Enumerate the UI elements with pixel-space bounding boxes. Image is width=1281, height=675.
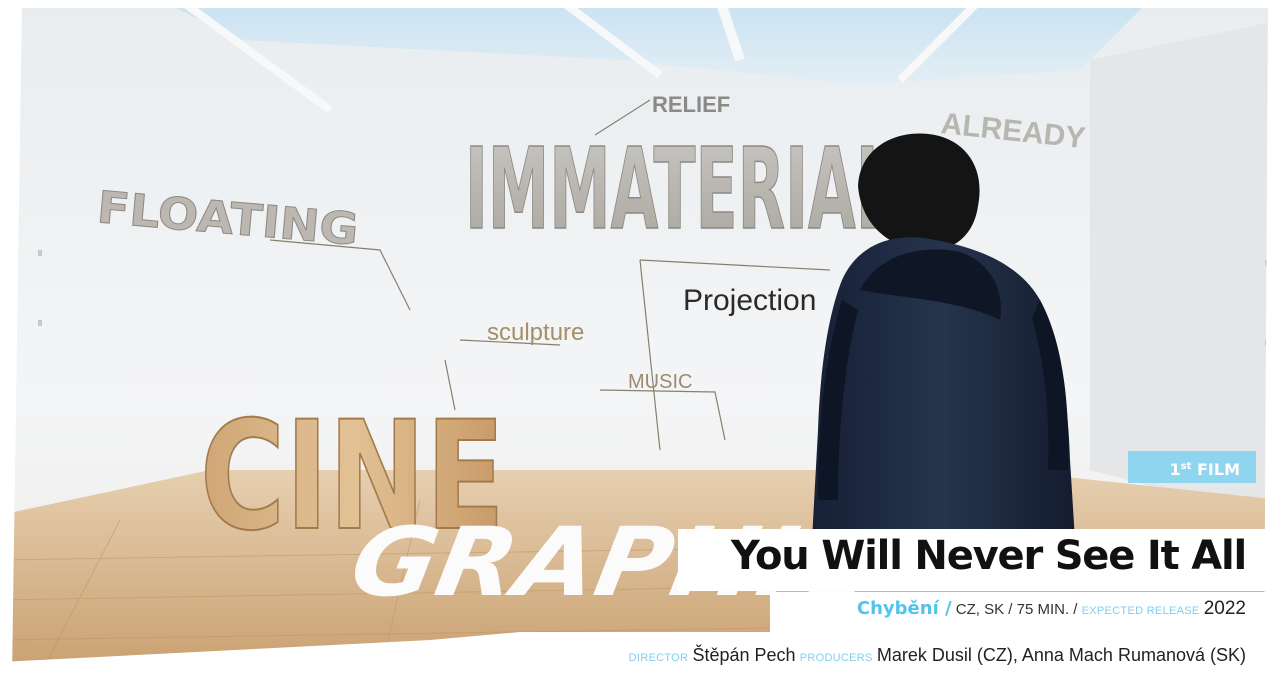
film-details: Chybění / CZ, SK / 75 MIN. / EXPECTED RE…	[857, 598, 1246, 620]
badge-number: 1	[1169, 460, 1181, 479]
first-film-badge: 1st FILM	[1128, 451, 1256, 483]
film-card: RELIEF ALREADY IMMATERIAL FLOATING Proje…	[0, 0, 1281, 675]
badge-ordinal: st	[1180, 461, 1192, 472]
producers-names: Marek Dusil (CZ), Anna Mach Rumanová (SK…	[876, 645, 1246, 665]
badge-label: FILM	[1197, 460, 1240, 479]
director-name: Štěpán Pech	[692, 645, 796, 665]
film-title: You Will Never See It All	[730, 533, 1247, 579]
director-label: DIRECTOR	[628, 652, 689, 664]
release-year: 2022	[1203, 598, 1246, 619]
original-title: Chybění /	[856, 598, 952, 619]
producers-label: PRODUCERS	[799, 652, 873, 664]
country-runtime: CZ, SK / 75 MIN. /	[955, 601, 1078, 618]
release-label: EXPECTED RELEASE	[1081, 605, 1200, 617]
film-credits: DIRECTOR Štěpán Pech PRODUCERS Marek Dus…	[629, 645, 1246, 666]
